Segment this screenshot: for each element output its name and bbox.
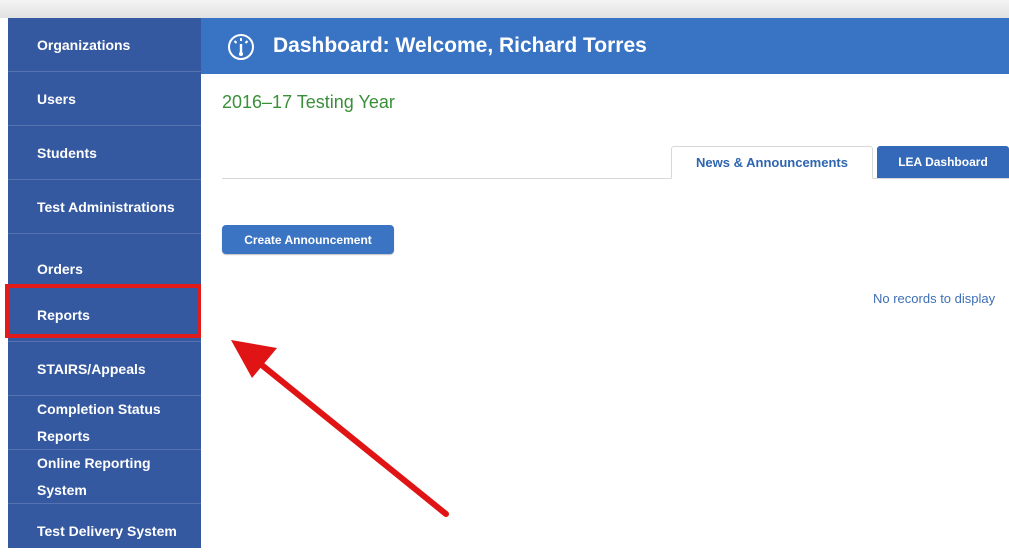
tab-divider — [222, 178, 1009, 179]
sidebar-item-label-line2: Reports — [37, 427, 90, 444]
sidebar-item-label: Test Administrations — [37, 198, 175, 215]
sidebar-item-organizations[interactable]: Organizations — [8, 18, 201, 72]
sidebar-item-label: STAIRS/Appeals — [37, 360, 146, 377]
sidebar-item-test-delivery-system[interactable]: Test Delivery System — [8, 504, 201, 558]
sidebar-item-label: Orders — [37, 260, 83, 277]
sidebar-item-label: Reports — [37, 306, 90, 323]
sidebar-item-users[interactable]: Users — [8, 72, 201, 126]
tab-lea-dashboard[interactable]: LEA Dashboard — [877, 146, 1009, 178]
sidebar-item-label-line1: Completion Status — [37, 400, 161, 417]
sidebar-item-label-line1: Online Reporting — [37, 454, 151, 471]
sidebar-nav: Organizations Users Students Test Admini… — [8, 18, 201, 548]
create-announcement-button[interactable]: Create Announcement — [222, 225, 394, 254]
sidebar-item-reports[interactable]: Reports — [8, 288, 201, 342]
dashboard-header: Dashboard: Welcome, Richard Torres — [201, 18, 1009, 74]
sidebar-item-label-line2: System — [37, 481, 87, 498]
sidebar-item-label: Organizations — [37, 36, 131, 53]
dashboard-gauge-icon — [228, 34, 254, 60]
window-top-frame — [0, 0, 1009, 18]
sidebar-item-students[interactable]: Students — [8, 126, 201, 180]
page-title: Dashboard: Welcome, Richard Torres — [273, 34, 647, 57]
sidebar-item-test-administrations[interactable]: Test Administrations — [8, 180, 201, 234]
sidebar-item-label: Students — [37, 144, 97, 161]
sidebar-item-label: Test Delivery System — [37, 523, 177, 539]
sidebar-item-orders[interactable]: Orders — [8, 234, 201, 288]
sidebar-item-label: Users — [37, 90, 76, 107]
empty-records-message: No records to display — [873, 291, 996, 306]
tab-news-announcements[interactable]: News & Announcements — [671, 146, 873, 179]
sidebar-item-online-reporting-system[interactable]: Online Reporting System — [8, 450, 201, 504]
testing-year-label: 2016–17 Testing Year — [222, 92, 395, 112]
sidebar-item-completion-status-reports[interactable]: Completion Status Reports — [8, 396, 201, 450]
sidebar-item-stairs-appeals[interactable]: STAIRS/Appeals — [8, 342, 201, 396]
